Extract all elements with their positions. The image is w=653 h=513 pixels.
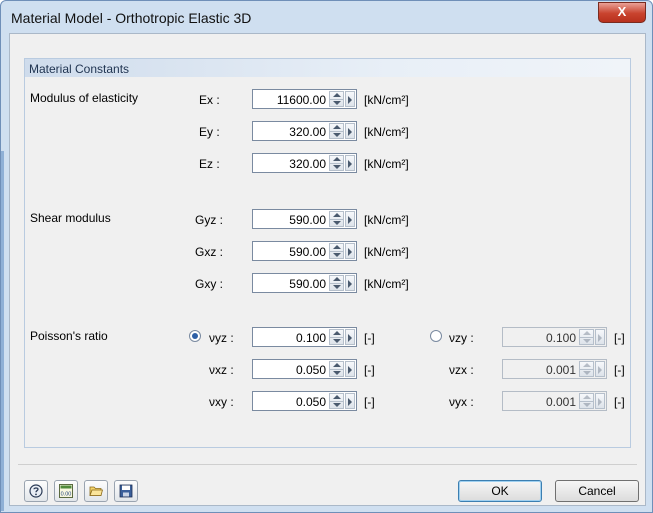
nu-yz-symbol: νyz : — [209, 331, 234, 345]
ex-value: 11600.00 — [276, 93, 326, 107]
nu-zy-symbol: νzy : — [449, 331, 474, 345]
nu-xz-symbol: νxz : — [209, 363, 234, 377]
ex-symbol: Ex : — [199, 93, 220, 107]
modulus-label: Modulus of elasticity — [30, 91, 139, 105]
calculator-icon-text: 0.00 — [61, 492, 72, 498]
gyz-arrow-button[interactable] — [345, 211, 355, 227]
nu-xy-value: 0.050 — [295, 395, 326, 409]
nu-zy-unit: [-] — [614, 331, 625, 345]
ex-arrow-button[interactable] — [345, 91, 355, 107]
gxz-spinner[interactable] — [329, 243, 344, 259]
gyz-symbol: Gyz : — [195, 213, 224, 227]
close-button[interactable]: X — [598, 2, 646, 23]
nu-zx-arrow-button — [595, 361, 605, 377]
material-constants-group: Material Constants Modulus of elasticity… — [24, 58, 631, 448]
title-bar: Material Model - Orthotropic Elastic 3D … — [1, 1, 652, 33]
nu-xz-input[interactable]: 0.050 — [252, 359, 357, 379]
window-title: Material Model - Orthotropic Elastic 3D — [11, 10, 252, 26]
gyz-spinner[interactable] — [329, 211, 344, 227]
nu-yx-value: 0.001 — [545, 395, 576, 409]
gxy-unit: [kN/cm²] — [364, 277, 409, 291]
gxy-spinner[interactable] — [329, 275, 344, 291]
save-icon — [119, 484, 133, 498]
ey-input[interactable]: 320.00 — [252, 121, 357, 141]
nu-zy-input: 0.100 — [502, 327, 607, 347]
nu-zy-value: 0.100 — [545, 331, 576, 345]
calculator-icon: 0.00 — [59, 484, 73, 498]
dialog-window: Material Model - Orthotropic Elastic 3D … — [0, 0, 653, 513]
nu-zy-spinner — [579, 329, 594, 345]
ey-arrow-button[interactable] — [345, 123, 355, 139]
nu-zx-spinner — [579, 361, 594, 377]
nu-xy-spinner[interactable] — [329, 393, 344, 409]
nu-xz-value: 0.050 — [295, 363, 326, 377]
nu-zx-input: 0.001 — [502, 359, 607, 379]
units-button[interactable]: 0.00 — [54, 480, 78, 502]
nu-yx-input: 0.001 — [502, 391, 607, 411]
gxy-arrow-button[interactable] — [345, 275, 355, 291]
nu-yz-arrow-button[interactable] — [345, 329, 355, 345]
nu-xz-arrow-button[interactable] — [345, 361, 355, 377]
open-folder-icon — [89, 486, 103, 496]
nu-xy-arrow-button[interactable] — [345, 393, 355, 409]
nu-yx-spinner — [579, 393, 594, 409]
gxy-input[interactable]: 590.00 — [252, 273, 357, 293]
poisson-label: Poisson's ratio — [30, 329, 108, 343]
ez-spinner[interactable] — [329, 155, 344, 171]
nu-yz-spinner[interactable] — [329, 329, 344, 345]
nu-zx-symbol: νzx : — [449, 363, 474, 377]
ey-unit: [kN/cm²] — [364, 125, 409, 139]
nu-zx-value: 0.001 — [545, 363, 576, 377]
ey-spinner[interactable] — [329, 123, 344, 139]
cancel-button[interactable]: Cancel — [555, 480, 639, 502]
poisson-right-radio[interactable] — [430, 330, 442, 342]
gyz-value: 590.00 — [289, 213, 326, 227]
save-button[interactable] — [114, 480, 138, 502]
gxy-value: 590.00 — [289, 277, 326, 291]
nu-xy-unit: [-] — [364, 395, 375, 409]
ez-unit: [kN/cm²] — [364, 157, 409, 171]
gxy-symbol: Gxy : — [195, 277, 224, 291]
nu-yx-unit: [-] — [614, 395, 625, 409]
gxz-arrow-button[interactable] — [345, 243, 355, 259]
group-header: Material Constants — [25, 59, 630, 77]
open-button[interactable] — [84, 480, 108, 502]
help-button[interactable] — [24, 480, 48, 502]
nu-xz-unit: [-] — [364, 363, 375, 377]
ex-input[interactable]: 11600.00 — [252, 89, 357, 109]
footer-separator — [18, 464, 637, 465]
nu-yx-symbol: νyx : — [449, 395, 474, 409]
gyz-input[interactable]: 590.00 — [252, 209, 357, 229]
ez-input[interactable]: 320.00 — [252, 153, 357, 173]
nu-yz-value: 0.100 — [295, 331, 326, 345]
ez-symbol: Ez : — [199, 157, 220, 171]
gxz-value: 590.00 — [289, 245, 326, 259]
ez-value: 320.00 — [289, 157, 326, 171]
dialog-client-area: Material Constants Modulus of elasticity… — [9, 33, 646, 506]
help-icon — [29, 484, 43, 498]
gxz-unit: [kN/cm²] — [364, 245, 409, 259]
gxz-symbol: Gxz : — [195, 245, 224, 259]
ez-arrow-button[interactable] — [345, 155, 355, 171]
nu-yz-unit: [-] — [364, 331, 375, 345]
ex-unit: [kN/cm²] — [364, 93, 409, 107]
gyz-unit: [kN/cm²] — [364, 213, 409, 227]
window-edge-strip — [1, 151, 4, 511]
nu-xy-input[interactable]: 0.050 — [252, 391, 357, 411]
gxz-input[interactable]: 590.00 — [252, 241, 357, 261]
ok-button[interactable]: OK — [458, 480, 542, 502]
nu-zx-unit: [-] — [614, 363, 625, 377]
ey-symbol: Ey : — [199, 125, 220, 139]
shear-label: Shear modulus — [30, 211, 111, 225]
nu-yz-input[interactable]: 0.100 — [252, 327, 357, 347]
nu-xy-symbol: νxy : — [209, 395, 234, 409]
poisson-left-radio[interactable] — [189, 330, 201, 342]
nu-zy-arrow-button — [595, 329, 605, 345]
nu-xz-spinner[interactable] — [329, 361, 344, 377]
ex-spinner[interactable] — [329, 91, 344, 107]
nu-yx-arrow-button — [595, 393, 605, 409]
group-title: Material Constants — [29, 62, 130, 76]
ey-value: 320.00 — [289, 125, 326, 139]
